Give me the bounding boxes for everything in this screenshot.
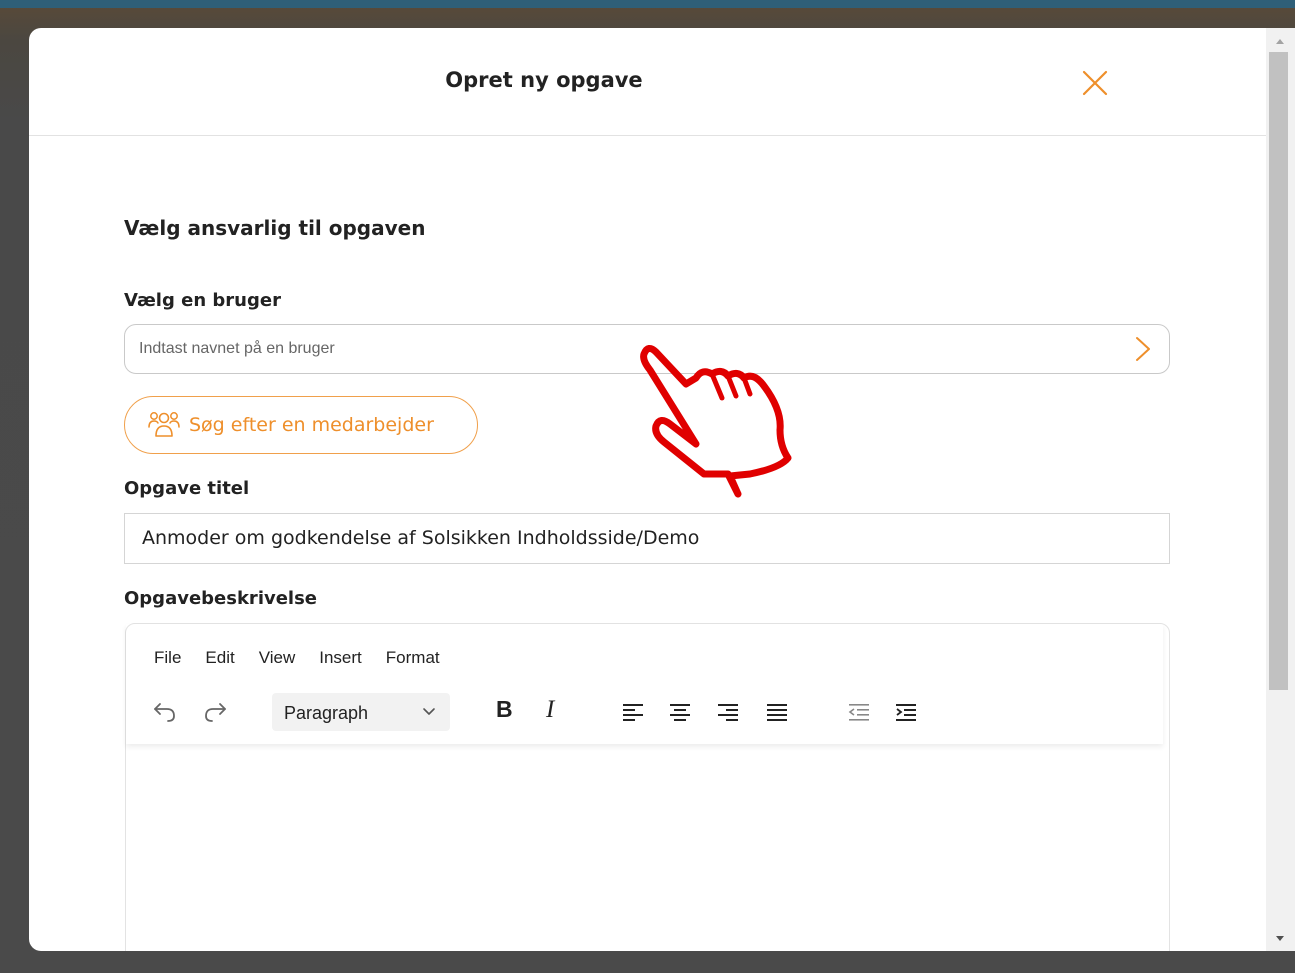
close-icon [1082,70,1108,96]
block-format-select[interactable]: Paragraph [272,693,450,731]
undo-icon[interactable] [152,699,178,725]
rich-text-editor: File Edit View Insert Format Paragraph B… [125,623,1170,951]
italic-icon[interactable]: I [546,696,554,724]
scroll-up-arrow-icon[interactable] [1272,36,1288,48]
user-search-input[interactable] [139,325,1119,373]
align-right-icon[interactable] [715,699,741,725]
top-accent-bar [0,0,1295,8]
create-task-modal: Opret ny opgave Vælg ansvarlig til opgav… [29,28,1266,951]
menu-file[interactable]: File [154,648,193,668]
redo-icon[interactable] [202,699,228,725]
editor-menubar: File Edit View Insert Format [154,648,464,668]
user-field-label: Vælg en bruger [124,290,281,311]
editor-content-area[interactable] [126,746,1166,951]
editor-toolbar: File Edit View Insert Format Paragraph B… [126,624,1163,744]
search-employee-button[interactable]: Søg efter en medarbejder [124,396,478,454]
users-icon [148,412,180,437]
menu-insert[interactable]: Insert [319,648,374,668]
user-search-field [124,324,1170,374]
task-title-input[interactable]: Anmoder om godkendelse af Solsikken Indh… [124,513,1170,564]
modal-header: Opret ny opgave [29,28,1266,136]
scrollbar-thumb[interactable] [1269,52,1288,690]
description-label: Opgavebeskrivelse [124,588,318,609]
align-justify-icon[interactable] [764,699,790,725]
block-format-value: Paragraph [284,703,369,723]
menu-format[interactable]: Format [386,648,452,668]
indent-icon[interactable] [893,699,919,725]
bold-icon[interactable]: B [496,696,513,723]
menu-view[interactable]: View [259,648,308,668]
chevron-down-icon [423,708,435,715]
align-left-icon[interactable] [620,699,646,725]
chevron-right-icon[interactable] [1131,336,1155,362]
align-center-icon[interactable] [667,699,693,725]
modal-title: Opret ny opgave [445,68,643,92]
task-title-label: Opgave titel [124,478,250,499]
scroll-down-arrow-icon[interactable] [1272,932,1288,944]
outdent-icon[interactable] [846,699,872,725]
close-button[interactable] [1080,68,1110,98]
menu-edit[interactable]: Edit [205,648,246,668]
search-employee-label: Søg efter en medarbejder [189,414,434,436]
section-heading: Vælg ansvarlig til opgaven [124,216,426,240]
